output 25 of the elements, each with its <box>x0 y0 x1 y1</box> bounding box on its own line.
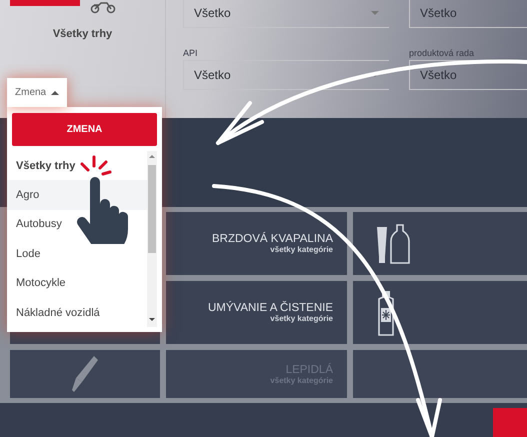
market-option[interactable]: Lode <box>7 239 147 269</box>
market-option[interactable]: Agro <box>7 180 147 210</box>
select-field[interactable]: Všetko <box>409 0 527 28</box>
field-label: produktová rada <box>409 48 476 60</box>
select-field[interactable]: Všetko <box>183 0 389 28</box>
logo-bar <box>10 0 80 6</box>
market-label: Všetky trhy <box>52 28 112 40</box>
caret-icon <box>371 11 379 15</box>
select-field[interactable]: Všetko <box>409 60 527 90</box>
category-tile[interactable]: UMÝVANIE A ČISTENIE všetky kategórie <box>166 281 347 344</box>
change-button[interactable]: ZMENA <box>12 113 157 146</box>
bottles-icon <box>375 222 411 264</box>
market-option[interactable]: Všetky trhy <box>7 151 147 180</box>
logo-block <box>493 408 527 437</box>
change-toggle[interactable]: Zmena <box>7 78 68 107</box>
spray-can-icon <box>375 290 397 336</box>
market-option[interactable]: Nákladné vozidlá <box>7 298 147 328</box>
glue-tube-icon <box>70 354 100 394</box>
select-field[interactable]: Všetko <box>183 60 389 90</box>
category-tile[interactable]: BRZDOVÁ KVAPALINA všetky kategórie <box>166 212 347 275</box>
scrollbar[interactable] <box>147 151 157 328</box>
field-label: API <box>183 48 199 60</box>
market-option[interactable]: Motocykle <box>7 268 147 298</box>
market-option[interactable]: Autobusy <box>7 210 147 240</box>
motorcycle-icon <box>90 0 116 14</box>
